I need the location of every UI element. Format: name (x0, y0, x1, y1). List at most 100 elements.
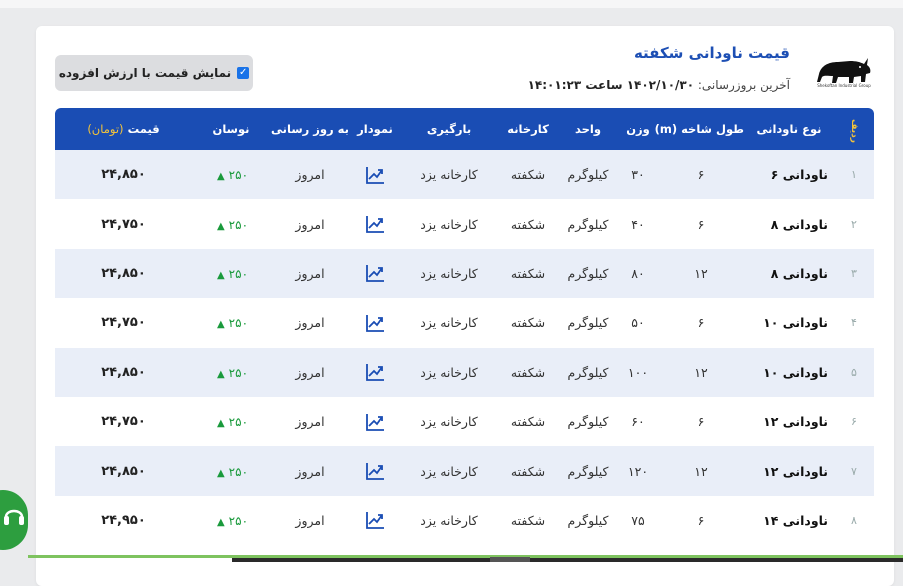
price-table: ردیف نوع ناودانی طول شاخه (m) وزن واحد ک… (55, 108, 874, 546)
price-value: ۲۴,۹۵۰ (55, 495, 192, 546)
logo-caption: Shekoftan Industrial Group (817, 83, 871, 88)
branch-length: ۶ (658, 199, 744, 249)
checkbox-checked-icon[interactable]: ✓ (237, 67, 250, 79)
channel-type[interactable]: ناودانی ۱۲ (744, 446, 834, 496)
change-value: ۲۵۰ (228, 316, 249, 331)
row-index: ۴ (834, 298, 874, 348)
branch-length: ۱۲ (658, 446, 744, 496)
channel-type[interactable]: ناودانی ۱۴ (744, 495, 834, 546)
price-change: ۲۵۰ ▲ (192, 347, 270, 397)
price-value: ۲۴,۸۵۰ (55, 150, 192, 200)
updated-status: امروز (270, 495, 350, 546)
chart-cell[interactable] (350, 446, 400, 496)
row-index: ۷ (834, 446, 874, 496)
triangle-up-icon: ▲ (216, 269, 225, 281)
loading-place: کارخانه یزد (400, 396, 498, 447)
table-row: ۲ ناودانی ۸ ۶ ۴۰ کیلوگرم شکفته کارخانه یزد امرو… (55, 199, 874, 249)
col-header-price[interactable]: قیمت (تومان) (55, 108, 192, 150)
trend-chart-icon[interactable] (364, 165, 386, 185)
branch-length: ۱۲ (658, 248, 744, 299)
unit: کیلوگرم (558, 446, 618, 496)
unit: کیلوگرم (558, 495, 618, 546)
unit: کیلوگرم (558, 199, 618, 249)
chart-cell[interactable] (350, 495, 400, 546)
price-value: ۲۴,۸۵۰ (55, 347, 192, 397)
branch-length: ۶ (658, 298, 744, 348)
unit: کیلوگرم (558, 347, 618, 397)
trend-chart-icon[interactable] (364, 214, 386, 234)
chart-cell[interactable] (350, 396, 400, 447)
branch-length: ۶ (658, 396, 744, 447)
price-unit: (تومان) (87, 122, 124, 136)
col-header-chart: نمودار (350, 108, 400, 150)
trend-chart-icon[interactable] (364, 461, 386, 481)
col-header-length[interactable]: طول شاخه (m) (655, 108, 744, 150)
chart-cell[interactable] (350, 347, 400, 397)
row-index: ۳ (834, 248, 874, 299)
weight: ۸۰ (618, 248, 658, 299)
change-value: ۲۵۰ (228, 217, 249, 232)
trend-chart-icon[interactable] (364, 412, 386, 432)
channel-type[interactable]: ناودانی ۸ (744, 199, 834, 249)
bottom-bar (232, 558, 903, 562)
chart-cell[interactable] (350, 150, 400, 200)
trend-chart-icon[interactable] (364, 313, 386, 333)
col-header-unit[interactable]: واحد (558, 108, 618, 150)
channel-type[interactable]: ناودانی ۱۰ (744, 347, 834, 397)
headset-icon[interactable] (3, 503, 25, 529)
weight: ۳۰ (618, 150, 658, 200)
chart-cell[interactable] (350, 248, 400, 299)
price-value: ۲۴,۷۵۰ (55, 298, 192, 348)
updated-status: امروز (270, 150, 350, 200)
triangle-up-icon: ▲ (216, 319, 225, 331)
price-change: ۲۵۰ ▲ (192, 199, 270, 249)
trend-chart-icon[interactable] (364, 510, 386, 530)
table-row: ۱ ناودانی ۶ ۶ ۳۰ کیلوگرم شکفته کارخانه یزد امرو… (55, 150, 874, 200)
branch-length: ۶ (658, 150, 744, 200)
change-value: ۲۵۰ (228, 464, 249, 479)
updated-status: امروز (270, 248, 350, 299)
weight: ۱۲۰ (618, 446, 658, 496)
triangle-up-icon: ▲ (216, 467, 225, 479)
change-value: ۲۵۰ (228, 266, 249, 281)
chart-cell[interactable] (350, 298, 400, 348)
price-change: ۲۵۰ ▲ (192, 298, 270, 348)
col-header-weight[interactable]: وزن (618, 108, 658, 150)
trend-chart-icon[interactable] (364, 362, 386, 382)
channel-type[interactable]: ناودانی ۸ (744, 248, 834, 299)
channel-type[interactable]: ناودانی ۶ (744, 150, 834, 200)
channel-type[interactable]: ناودانی ۱۰ (744, 298, 834, 348)
loading-place: کارخانه یزد (400, 298, 498, 348)
col-header-type[interactable]: نوع ناودانی (744, 108, 834, 150)
col-header-row: ردیف (834, 108, 874, 150)
updated-status: امروز (270, 446, 350, 496)
triangle-up-icon: ▲ (216, 171, 225, 183)
chart-cell[interactable] (350, 199, 400, 249)
factory: شکفته (498, 446, 558, 496)
factory: شکفته (498, 248, 558, 299)
table-row: ۴ ناودانی ۱۰ ۶ ۵۰ کیلوگرم شکفته کارخانه یزد امر… (55, 298, 874, 348)
table-row: ۷ ناودانی ۱۲ ۱۲ ۱۲۰ کیلوگرم شکفته کارخانه یزد ا… (55, 446, 874, 496)
row-index: ۶ (834, 396, 874, 447)
loading-place: کارخانه یزد (400, 248, 498, 299)
price-value: ۲۴,۸۵۰ (55, 446, 192, 496)
factory: شکفته (498, 347, 558, 397)
bottom-bar-handle (490, 557, 530, 562)
channel-type[interactable]: ناودانی ۱۲ (744, 396, 834, 447)
unit: کیلوگرم (558, 396, 618, 447)
updated-status: امروز (270, 347, 350, 397)
table-row: ۸ ناودانی ۱۴ ۶ ۷۵ کیلوگرم شکفته کارخانه یزد امر… (55, 495, 874, 546)
table-header-row: ردیف نوع ناودانی طول شاخه (m) وزن واحد ک… (55, 108, 874, 150)
col-header-updated[interactable]: به روز رسانی (270, 108, 350, 150)
top-bar (0, 0, 903, 8)
unit: کیلوگرم (558, 248, 618, 299)
triangle-up-icon: ▲ (216, 516, 225, 528)
price-change: ۲۵۰ ▲ (192, 495, 270, 546)
loading-place: کارخانه یزد (400, 347, 498, 397)
vat-toggle-button[interactable]: ✓ نمایش قیمت با ارزش افزوده (55, 55, 253, 91)
trend-chart-icon[interactable] (364, 263, 386, 283)
col-header-loading[interactable]: بارگیری (400, 108, 498, 150)
triangle-up-icon: ▲ (216, 220, 225, 232)
col-header-factory[interactable]: کارخانه (498, 108, 558, 150)
col-header-change[interactable]: نوسان (192, 108, 270, 150)
